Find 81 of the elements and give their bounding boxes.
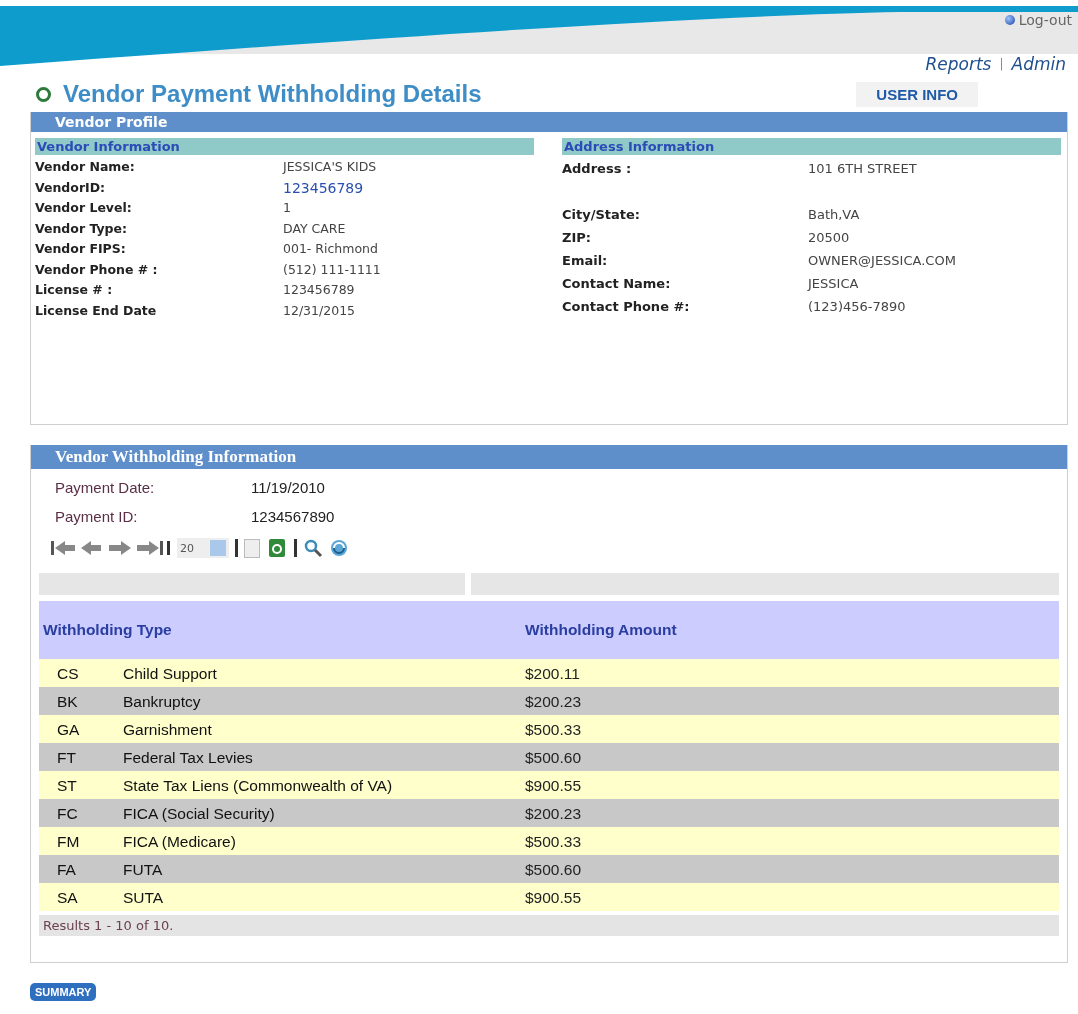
field-value: OWNER@JESSICA.COM — [808, 252, 956, 270]
column-header: Withholding Amount — [525, 621, 678, 639]
field-value: 1 — [283, 199, 291, 217]
admin-link[interactable]: Admin — [1011, 54, 1066, 74]
table-cell-text: SA — [56, 888, 79, 908]
table-cell-text: $200.23 — [525, 804, 582, 824]
field-label: Contact Name: — [562, 275, 672, 293]
reports-link[interactable]: Reports — [925, 54, 992, 74]
table-cell-text: FUTA — [123, 860, 164, 880]
field-value: 1234567890 — [251, 507, 335, 527]
refresh-icon[interactable] — [329, 538, 349, 558]
column-header: Withholding Type — [43, 621, 173, 639]
table-cell-text: FC — [56, 804, 79, 824]
table-cell-text: FA — [56, 860, 77, 880]
field-label: Vendor Name: — [35, 158, 136, 176]
table-cell-text: Garnishment — [123, 720, 213, 740]
field-value: 20500 — [808, 229, 850, 247]
circle-icon — [36, 86, 51, 102]
table-cell-text: CS — [56, 664, 80, 684]
user-info-button[interactable]: USER INFO — [856, 81, 978, 107]
table-cell-text: FM — [56, 832, 81, 852]
field-label: Vendor Type: — [35, 219, 129, 238]
table-cell-text: $200.23 — [525, 692, 582, 712]
page-title: Vendor Payment Withholding Details — [36, 80, 482, 108]
dropdown-icon — [210, 540, 226, 556]
field-label: Address : — [562, 160, 633, 178]
section-header: Address Information — [562, 138, 1061, 155]
table-cell-text: BK — [56, 692, 79, 712]
field-label: Payment Date: — [55, 478, 156, 498]
section-header: Vendor Information — [35, 138, 534, 155]
field-value: 12/31/2015 — [283, 301, 356, 320]
table-cell-text: $900.55 — [525, 776, 582, 796]
field-label: Payment ID: — [55, 507, 139, 527]
field-value: JESSICA — [808, 275, 859, 293]
table-cell-text: State Tax Liens (Commonwealth of VA) — [123, 776, 394, 796]
pagination-arrows-icon[interactable] — [51, 538, 171, 558]
field-label: Email: — [562, 252, 609, 270]
field-label: VendorID: — [35, 178, 107, 197]
field-label: Contact Phone #: — [562, 298, 691, 316]
table-cell-text: FICA (Social Security) — [123, 804, 276, 824]
table-cell-text: $900.55 — [525, 888, 582, 908]
field-label: Vendor Level: — [35, 199, 133, 217]
field-value: 101 6TH STREET — [808, 160, 917, 178]
table-cell-text: Bankruptcy — [123, 692, 202, 712]
field-value: 123456789 — [283, 281, 355, 299]
vendor-id-link[interactable]: 123456789 — [283, 177, 364, 198]
table-cell-text: GA — [56, 720, 81, 740]
field-value: Bath,VA — [808, 206, 860, 224]
link-separator: | — [999, 57, 1004, 71]
field-value: (123)456-7890 — [808, 298, 906, 316]
table-cell-text: FT — [56, 748, 77, 768]
table-cell-text: Child Support — [123, 664, 218, 684]
field-label: License End Date — [35, 301, 158, 320]
table-cell-text: SUTA — [123, 888, 165, 908]
logout-link[interactable]: Log-out — [1004, 12, 1072, 28]
table-cell-text: ST — [56, 776, 78, 796]
table-cell-text: Federal Tax Levies — [123, 748, 254, 768]
summary-button[interactable]: SUMMARY — [30, 983, 97, 1001]
table-cell-text: $500.60 — [525, 748, 582, 768]
export-icon[interactable] — [266, 537, 288, 559]
field-value: JESSICA'S KIDS — [283, 158, 377, 176]
results-count: Results 1 - 10 of 10. — [43, 918, 174, 933]
table-cell-text: $500.33 — [525, 832, 582, 852]
field-value: (512) 111-1111 — [283, 260, 381, 279]
table-cell-text: $200.11 — [525, 664, 580, 684]
field-label: License # : — [35, 281, 114, 299]
table-cell-text: $500.60 — [525, 860, 582, 880]
table-cell-text: FICA (Medicare) — [123, 832, 237, 852]
field-value: 001- Richmond — [283, 240, 378, 258]
field-value: DAY CARE — [283, 219, 346, 238]
field-label: City/State: — [562, 206, 641, 224]
field-label: Vendor Phone # : — [35, 260, 159, 279]
globe-icon — [1004, 15, 1015, 25]
search-icon[interactable] — [303, 538, 323, 558]
field-value: 11/19/2010 — [251, 478, 325, 498]
page-size-select[interactable]: 20 — [177, 538, 229, 558]
field-label: ZIP: — [562, 229, 592, 247]
field-label: Vendor FIPS: — [35, 240, 127, 258]
panel-header: Vendor Profile — [31, 112, 1067, 132]
panel-header: Vendor Withholding Information — [31, 445, 1067, 469]
table-cell-text: $500.33 — [525, 720, 582, 740]
